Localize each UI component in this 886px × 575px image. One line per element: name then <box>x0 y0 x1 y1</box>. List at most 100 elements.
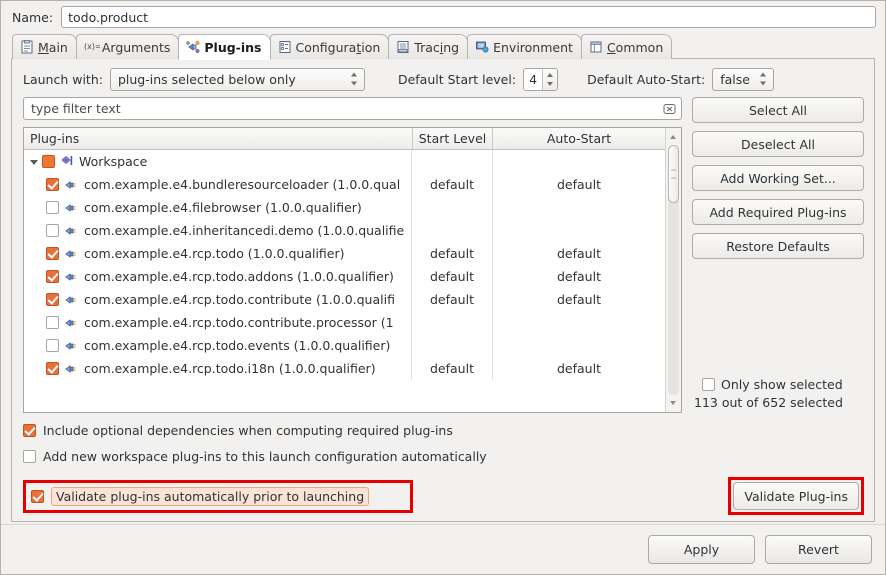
add-working-set-button[interactable]: Add Working Set... <box>692 165 864 191</box>
row-checkbox[interactable] <box>46 178 59 191</box>
row-start-level[interactable]: default <box>411 242 492 265</box>
row-checkbox[interactable] <box>46 293 59 306</box>
add-required-plugins-button[interactable]: Add Required Plug-ins <box>692 199 864 225</box>
row-checkbox[interactable] <box>46 270 59 283</box>
row-auto-start[interactable] <box>492 334 665 357</box>
column-header-start-level[interactable]: Start Level <box>413 128 493 149</box>
launch-with-select[interactable]: plug-ins selected below only <box>109 67 365 91</box>
validate-plugins-button[interactable]: Validate Plug-ins <box>733 482 859 510</box>
restore-defaults-button[interactable]: Restore Defaults <box>692 233 864 259</box>
row-checkbox[interactable] <box>46 362 59 375</box>
table-row[interactable]: com.example.e4.rcp.todo.events (1.0.0.qu… <box>24 334 665 357</box>
plugins-tab-icon <box>186 40 200 54</box>
row-auto-start[interactable]: default <box>492 242 665 265</box>
column-header-auto-start[interactable]: Auto-Start <box>493 128 665 149</box>
revert-button[interactable]: Revert <box>765 535 872 564</box>
select-all-button[interactable]: Select All <box>692 97 864 123</box>
table-row[interactable]: com.example.e4.rcp.todo (1.0.0.qualifier… <box>24 242 665 265</box>
row-start-level[interactable]: default <box>411 265 492 288</box>
row-start-level[interactable] <box>411 311 492 334</box>
tab-configuration[interactable]: Configuration <box>269 34 390 59</box>
row-label: com.example.e4.inheritancedi.demo (1.0.0… <box>84 223 405 238</box>
tab-plugins[interactable]: Plug-ins <box>178 34 271 60</box>
add-new-workspace-row[interactable]: Add new workspace plug-ins to this launc… <box>23 443 864 469</box>
deselect-all-button[interactable]: Deselect All <box>692 131 864 157</box>
tab-main[interactable]: Main <box>12 34 77 59</box>
scroll-up-arrow-icon[interactable] <box>666 130 681 144</box>
row-start-level[interactable]: default <box>411 357 492 380</box>
tab-common-label: Common <box>606 39 664 55</box>
row-checkbox[interactable] <box>46 201 59 214</box>
row-auto-start[interactable]: default <box>492 357 665 380</box>
table-row[interactable]: com.example.e4.bundleresourceloader (1.0… <box>24 173 665 196</box>
include-optional-label: Include optional dependencies when compu… <box>43 422 453 438</box>
default-auto-start-select[interactable]: false <box>712 67 775 91</box>
apply-button[interactable]: Apply <box>648 535 755 564</box>
row-start-level[interactable] <box>411 334 492 357</box>
plugin-icon <box>64 224 80 238</box>
row-name-cell: com.example.e4.rcp.todo.i18n (1.0.0.qual… <box>24 361 411 376</box>
tab-environment[interactable]: Environment <box>467 34 582 59</box>
dialog-footer: Apply Revert <box>1 524 885 574</box>
validate-auto-checkbox[interactable] <box>31 489 44 503</box>
row-checkbox[interactable] <box>46 339 59 352</box>
column-header-plugins[interactable]: Plug-ins <box>24 128 413 149</box>
name-input[interactable]: todo.product <box>61 6 876 28</box>
plugin-icon <box>64 316 80 330</box>
default-auto-start-value: false <box>720 71 750 87</box>
row-auto-start[interactable]: default <box>492 288 665 311</box>
row-name-cell: Workspace <box>24 154 411 169</box>
include-optional-checkbox[interactable] <box>23 423 36 437</box>
launch-options-row: Launch with: plug-ins selected below onl… <box>12 59 874 95</box>
table-row[interactable]: com.example.e4.filebrowser (1.0.0.qualif… <box>24 196 665 219</box>
row-label: com.example.e4.rcp.todo.i18n (1.0.0.qual… <box>84 361 376 376</box>
row-start-level[interactable] <box>411 196 492 219</box>
clear-filter-icon[interactable] <box>663 102 676 115</box>
include-optional-row[interactable]: Include optional dependencies when compu… <box>23 417 864 443</box>
row-start-level[interactable]: default <box>411 288 492 311</box>
row-name-cell: com.example.e4.rcp.todo (1.0.0.qualifier… <box>24 246 411 261</box>
row-auto-start[interactable]: default <box>492 173 665 196</box>
only-show-selected-row[interactable]: Only show selected <box>692 375 864 393</box>
table-row[interactable]: com.example.e4.rcp.todo.i18n (1.0.0.qual… <box>24 357 665 380</box>
row-auto-start[interactable] <box>492 311 665 334</box>
name-label: Name: <box>12 9 54 25</box>
only-show-selected-checkbox[interactable] <box>702 377 715 391</box>
launch-with-value: plug-ins selected below only <box>117 71 296 87</box>
table-row[interactable]: com.example.e4.rcp.todo.addons (1.0.0.qu… <box>24 265 665 288</box>
configuration-tab-icon <box>278 40 292 54</box>
table-row[interactable]: com.example.e4.rcp.todo.contribute (1.0.… <box>24 288 665 311</box>
stepper-arrows-icon[interactable] <box>542 68 558 90</box>
plugin-icon <box>64 362 80 376</box>
row-checkbox[interactable] <box>46 247 59 260</box>
scroll-down-arrow-icon[interactable] <box>666 396 681 410</box>
row-auto-start[interactable] <box>492 196 665 219</box>
row-checkbox[interactable] <box>46 224 59 237</box>
default-start-level-stepper[interactable]: 4 <box>523 67 559 91</box>
row-auto-start[interactable]: default <box>492 265 665 288</box>
validate-auto-highlight[interactable]: Validate plug-ins automatically prior to… <box>23 479 413 513</box>
plugins-tree-column: type filter text Plug-ins Start Level Au… <box>23 97 682 413</box>
row-label: com.example.e4.rcp.todo.events (1.0.0.qu… <box>84 338 391 353</box>
tab-arguments[interactable]: (x)= Arguments <box>75 34 180 59</box>
scrollbar-thumb[interactable] <box>668 145 679 203</box>
default-start-level-value: 4 <box>524 68 543 90</box>
row-name-cell: com.example.e4.inheritancedi.demo (1.0.0… <box>24 223 411 238</box>
tab-common[interactable]: Common <box>580 34 673 59</box>
search-input[interactable]: type filter text <box>23 97 682 120</box>
plugin-icon <box>64 201 80 215</box>
row-start-level[interactable]: default <box>411 173 492 196</box>
add-new-workspace-checkbox[interactable] <box>23 449 36 463</box>
table-row[interactable]: Workspace <box>24 150 665 173</box>
tracing-tab-icon <box>396 40 410 54</box>
table-row[interactable]: com.example.e4.rcp.todo.contribute.proce… <box>24 311 665 334</box>
expander-triangle-icon[interactable] <box>28 155 42 169</box>
table-row[interactable]: com.example.e4.inheritancedi.demo (1.0.0… <box>24 219 665 242</box>
tab-tracing[interactable]: Tracing <box>388 34 469 59</box>
row-start-level[interactable] <box>411 219 492 242</box>
row-checkbox[interactable] <box>46 316 59 329</box>
tab-bar: Main (x)= Arguments Plug-ins Configurati… <box>1 33 885 60</box>
row-auto-start[interactable] <box>492 219 665 242</box>
row-checkbox[interactable] <box>42 155 55 168</box>
vertical-scrollbar[interactable] <box>665 128 681 412</box>
